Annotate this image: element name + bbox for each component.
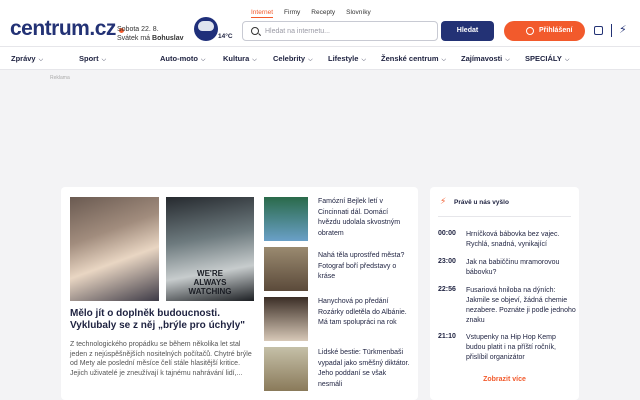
side-story[interactable]: Famózní Bejlek letí v Cincinnati dál. Do… [318, 197, 412, 239]
side-story[interactable]: Lidské bestie: Türkmenbaši vypadal jako … [318, 348, 412, 390]
news-text[interactable]: Fusariová hniloba na dýních: Jakmile se … [466, 286, 576, 326]
date-nameday: Sobota 22. 8. Svátek má Bohuslav [117, 25, 184, 43]
bolt-icon[interactable]: ⚡ [619, 23, 627, 37]
search-tab-slovniky[interactable]: Slovníky [346, 9, 371, 16]
search-placeholder: Hledat na internetu... [265, 28, 330, 35]
side-story[interactable]: Hanychová po předání Rozárky odletěla do… [318, 297, 412, 329]
news-text[interactable]: Hrníčková bábovka bez vajec. Rychlá, sna… [466, 230, 576, 250]
search-tabs: Internet Firmy Recepty Slovníky [251, 9, 382, 18]
chevron-down-icon: ⌵ [361, 57, 366, 63]
story-thumbnail[interactable] [264, 197, 308, 241]
chevron-down-icon: ⌵ [38, 57, 44, 63]
nav-item-celebrity[interactable]: Celebrity ⌵ [273, 47, 313, 72]
nav-item-zpravy[interactable]: Zprávy ⌵ [11, 47, 43, 72]
news-text[interactable]: Vstupenky na Hip Hop Kemp budou platit i… [466, 333, 576, 363]
story-thumbnail[interactable] [264, 347, 308, 391]
search-icon [251, 27, 259, 35]
user-icon [526, 27, 534, 35]
news-time: 23:00 [438, 258, 456, 265]
search-tab-internet[interactable]: Internet [251, 9, 274, 18]
chevron-down-icon: ⌵ [200, 57, 206, 63]
temperature: 14°C [218, 33, 233, 40]
top-bar: centrum.cz Sobota 22. 8. Svátek má Bohus… [0, 0, 640, 46]
chevron-down-icon: ⌵ [505, 57, 510, 63]
nav-item-lifestyle[interactable]: Lifestyle ⌵ [328, 47, 366, 72]
chevron-down-icon: ⌵ [101, 57, 107, 63]
ad-label: Reklama [50, 75, 70, 81]
login-label: Přihlášení [539, 27, 573, 34]
search-button[interactable]: Hledat [441, 21, 494, 41]
news-text[interactable]: Jak na babiččinu mramorovou bábovku? [466, 258, 576, 278]
story-thumbnail[interactable] [264, 297, 308, 341]
divider [611, 24, 612, 37]
nav-item-sport[interactable]: Sport ⌵ [79, 47, 106, 72]
date-line: Sobota 22. 8. [117, 26, 159, 33]
nav-item-specialy[interactable]: SPECIÁLY ⌵ [525, 47, 569, 72]
nav-item-kultura[interactable]: Kultura ⌵ [223, 47, 257, 72]
search-tab-firmy[interactable]: Firmy [284, 9, 300, 16]
lead-headline[interactable]: Mělo jít o doplněk budoucnosti. Vyklubal… [70, 308, 258, 332]
chevron-down-icon: ⌵ [564, 57, 570, 63]
lead-perex: Z technologického propádku se během něko… [70, 341, 252, 377]
site-logo[interactable]: centrum.cz [10, 18, 124, 40]
news-time: 00:00 [438, 230, 456, 237]
nav-item-zenske-centrum[interactable]: Ženské centrum ⌵ [381, 47, 446, 72]
weather-icon[interactable] [194, 17, 218, 41]
lead-image-caption: WE'RE ALWAYS WATCHING [188, 269, 232, 296]
search-tab-recepty[interactable]: Recepty [311, 9, 335, 16]
latest-news-title: Právě u nás vyšlo [454, 199, 509, 206]
main-nav: Zprávy ⌵ Sport ⌵ Auto-moto ⌵ Kultura ⌵ Celeb… [0, 46, 640, 70]
story-thumbnail[interactable] [264, 247, 308, 291]
search-input[interactable]: Hledat na internetu... [242, 21, 438, 41]
nav-item-auto-moto[interactable]: Auto-moto ⌵ [160, 47, 205, 72]
news-time: 21:10 [438, 333, 456, 340]
lead-image-left[interactable] [70, 197, 159, 301]
grid-icon[interactable] [594, 26, 603, 35]
bolt-icon: ⚡ [440, 196, 447, 206]
chevron-down-icon: ⌵ [441, 57, 447, 63]
side-story[interactable]: Nahá těla uprostřed města? Fotograf boří… [318, 251, 412, 283]
chevron-down-icon: ⌵ [252, 57, 257, 63]
news-time: 22:56 [438, 286, 456, 293]
nav-item-zajimavosti[interactable]: Zajímavosti ⌵ [461, 47, 510, 72]
chevron-down-icon: ⌵ [308, 57, 313, 63]
lead-image-right[interactable]: WE'RE ALWAYS WATCHING [166, 197, 254, 301]
divider [438, 216, 571, 217]
login-button[interactable]: Přihlášení [504, 21, 585, 41]
nameday-line: Svátek má Bohuslav [117, 35, 184, 42]
show-more-link[interactable]: Zobrazit více [430, 376, 579, 383]
